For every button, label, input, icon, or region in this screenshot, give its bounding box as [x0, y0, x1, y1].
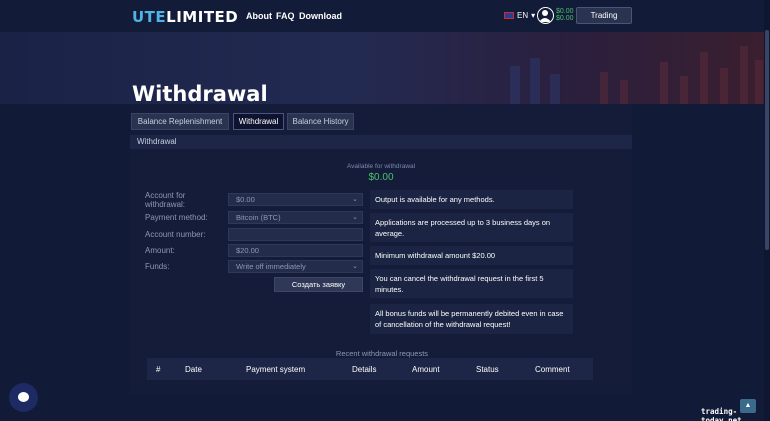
column-header-details: Details	[352, 365, 377, 374]
logo-part-2: LIMITED	[166, 8, 239, 26]
watermark-text: trading-today.net	[701, 407, 742, 421]
nav-download[interactable]: Download	[299, 11, 342, 21]
user-icon	[539, 10, 551, 22]
column-header-payment-system: Payment system	[246, 365, 306, 374]
available-value: $0.00	[368, 172, 394, 183]
note-minimum-amount: Minimum withdrawal amount $20.00	[370, 246, 573, 265]
account-number-label: Account number:	[145, 230, 206, 239]
account-label: Account for withdrawal:	[145, 191, 186, 209]
chevron-down-icon: ⌄	[352, 214, 358, 221]
account-select[interactable]: $0.00 ⌄	[228, 193, 363, 206]
note-bonus-debit: All bonus funds will be permanently debi…	[370, 304, 573, 334]
nav-faq[interactable]: FAQ	[276, 11, 295, 21]
note-processing-time: Applications are processed up to 3 busin…	[370, 213, 573, 242]
amount-label: Amount:	[145, 246, 175, 255]
note-cancel-window: You can cancel the withdrawal request in…	[370, 269, 573, 298]
section-header: Withdrawal	[130, 135, 632, 149]
nav-about[interactable]: About	[246, 11, 272, 21]
recent-requests-title: Recent withdrawal requests	[335, 349, 429, 358]
chat-bubble-icon	[18, 392, 29, 402]
amount-input[interactable]: $20.00	[228, 244, 363, 257]
language-selector[interactable]: EN ▾	[504, 11, 535, 20]
payment-method-value: Bitcoin (BTC)	[236, 213, 281, 222]
column-header-number: #	[156, 365, 161, 374]
balance-display: $0.00 $0.00	[556, 8, 574, 22]
available-label: Available for withdrawal	[346, 163, 416, 170]
funds-label: Funds:	[145, 262, 170, 271]
scrollbar-thumb[interactable]	[765, 30, 769, 250]
logo-part-1: UTE	[132, 8, 167, 26]
chevron-down-icon: ⌄	[352, 196, 358, 203]
tab-balance-history[interactable]: Balance History	[287, 113, 354, 130]
funds-select-value: Write off immediately	[236, 262, 306, 271]
tab-withdrawal[interactable]: Withdrawal	[233, 113, 284, 130]
create-request-button[interactable]: Создать заявку	[274, 277, 363, 292]
chevron-down-icon: ▾	[531, 11, 536, 20]
balance-value-1: $0.00	[556, 8, 574, 15]
chat-button[interactable]	[9, 383, 38, 412]
chevron-down-icon: ⌄	[352, 263, 358, 270]
payment-method-label: Payment method:	[145, 213, 208, 222]
column-header-comment: Comment	[535, 365, 570, 374]
tab-balance-replenishment[interactable]: Balance Replenishment	[131, 113, 229, 130]
balance-value-2: $0.00	[556, 15, 574, 22]
trading-button[interactable]: Trading	[576, 7, 632, 24]
account-number-input[interactable]	[228, 228, 363, 241]
user-avatar[interactable]	[537, 7, 554, 24]
language-label: EN	[517, 11, 529, 20]
uk-flag-icon	[504, 12, 514, 19]
account-select-value: $0.00	[236, 195, 255, 204]
site-logo[interactable]: UTELIMITED	[132, 8, 238, 26]
requests-table-header: # Date Payment system Details Amount Sta…	[147, 358, 593, 380]
top-navbar: UTELIMITED About FAQ Download EN ▾ $0.00…	[0, 0, 770, 32]
column-header-date: Date	[185, 365, 202, 374]
hero-banner: Withdrawal	[0, 32, 770, 104]
note-methods: Output is available for any methods.	[370, 190, 573, 209]
column-header-status: Status	[476, 365, 499, 374]
column-header-amount: Amount	[412, 365, 440, 374]
funds-select[interactable]: Write off immediately ⌄	[228, 260, 363, 273]
payment-method-select[interactable]: Bitcoin (BTC) ⌄	[228, 211, 363, 224]
page-title: Withdrawal	[132, 82, 268, 104]
decorative-chart-bars	[510, 46, 763, 104]
